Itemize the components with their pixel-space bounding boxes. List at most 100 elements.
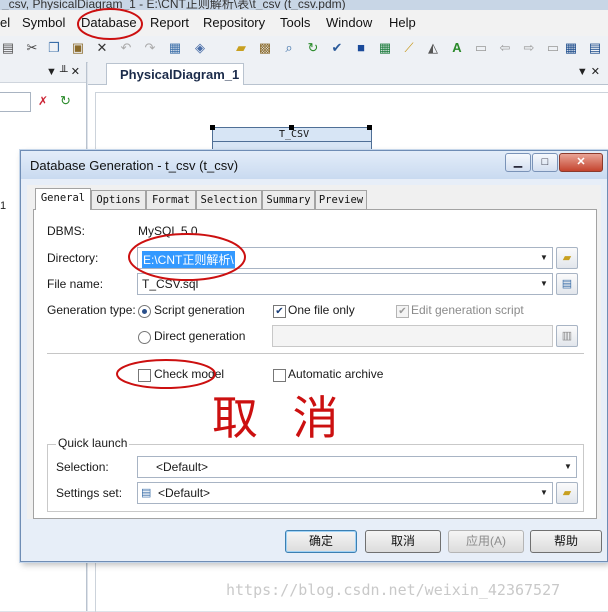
settings-set-combo[interactable]: ▤ <Default> ▼ [137, 482, 553, 504]
dbms-label: DBMS: [47, 224, 86, 238]
dialog-title: Database Generation - t_csv (t_csv) [30, 158, 239, 173]
chevron-down-icon[interactable]: ▼ [560, 457, 576, 477]
tab-format[interactable]: Format [146, 190, 196, 209]
paint-icon[interactable]: ◭ [425, 40, 441, 56]
direct-generation-radio[interactable] [138, 331, 151, 344]
settings-folder-icon[interactable]: ▰ [556, 482, 578, 504]
filename-combo[interactable]: T_CSV.sql ▼ [137, 273, 553, 295]
quick-launch-title: Quick launch [56, 436, 130, 450]
selection-combo[interactable]: <Default> ▼ [137, 456, 577, 478]
settings-set-label: Settings set: [56, 486, 123, 500]
tab-physical-diagram[interactable]: PhysicalDiagram_1 [106, 63, 244, 85]
text-icon[interactable]: A [449, 40, 465, 56]
find-icon[interactable]: ⌕ [281, 40, 297, 56]
script-generation-radio[interactable] [138, 305, 151, 318]
table-symbol-divider [213, 141, 371, 142]
check-model-icon[interactable]: ✔ [329, 40, 345, 56]
refresh-panel-icon[interactable]: ↻ [60, 93, 71, 109]
directory-combo[interactable]: E:\CNT正则解析\ ▼ [137, 247, 553, 269]
diagram-tab-label: PhysicalDiagram_1 [120, 67, 240, 82]
one-file-only-label[interactable]: One file only [288, 303, 355, 317]
tab-preview[interactable]: Preview [315, 190, 367, 209]
settings-set-value: <Default> [158, 486, 211, 500]
cancel-button[interactable]: 取消 [365, 530, 441, 553]
database-generation-dialog: Database Generation - t_csv (t_csv) ▁ □ … [20, 150, 608, 562]
handwritten-cancel-note: 取 消 [212, 391, 349, 445]
forward-icon[interactable]: ⇨ [521, 40, 537, 56]
radio-dot [142, 309, 147, 314]
check-model-checkbox[interactable] [138, 369, 151, 382]
one-file-only-checkbox[interactable]: ✔ [273, 305, 286, 318]
tab-general[interactable]: General [35, 188, 91, 210]
automatic-archive-checkbox[interactable] [273, 369, 286, 382]
panel-controls[interactable]: ▼ ╨ ✕ [46, 65, 80, 78]
chevron-down-icon[interactable]: ▼ [536, 483, 552, 503]
direct-generation-label[interactable]: Direct generation [154, 329, 245, 343]
selection-value: <Default> [156, 460, 209, 474]
menu-repository[interactable]: Repository [203, 15, 265, 30]
open-folder-icon[interactable]: ▰ [233, 40, 249, 56]
undo-icon[interactable]: ↶ [118, 40, 134, 56]
automatic-archive-label[interactable]: Automatic archive [288, 367, 383, 381]
menu-symbol[interactable]: Symbol [22, 15, 65, 30]
watermark-text: https://blog.csdn.net/weixin_42367527 [226, 581, 561, 599]
settings-icon: ▤ [141, 487, 152, 499]
tab-selection[interactable]: Selection [196, 190, 262, 209]
menu-database[interactable]: Database [81, 15, 137, 30]
menu-window[interactable]: Window [326, 15, 372, 30]
properties-icon[interactable]: ▦ [167, 40, 183, 56]
print-icon[interactable]: ▤ [0, 40, 16, 56]
grid-icon[interactable]: ▦ [563, 40, 579, 56]
filename-value: T_CSV.sql [142, 277, 199, 291]
report-icon[interactable]: ▭ [545, 40, 561, 56]
clear-filter-icon[interactable]: ✗ [38, 94, 48, 108]
menu-file-partial[interactable]: el [0, 15, 10, 30]
data-source-combo [272, 325, 553, 347]
dialog-title-bar[interactable]: Database Generation - t_csv (t_csv) ▁ □ … [21, 151, 607, 179]
diagram-close-icon[interactable]: ▼ ✕ [577, 65, 600, 78]
chevron-down-icon[interactable]: ▼ [536, 274, 552, 294]
table-icon[interactable]: ▦ [377, 40, 393, 56]
browse-folder-icon[interactable]: ▰ [556, 247, 578, 269]
redo-icon[interactable]: ↷ [142, 40, 158, 56]
table-symbol-title: T_CSV [279, 129, 310, 140]
tab-options[interactable]: Options [91, 190, 146, 209]
export-icon[interactable]: ▭ [473, 40, 489, 56]
menu-report[interactable]: Report [150, 15, 189, 30]
filename-label: File name: [47, 277, 104, 291]
browse-file-icon[interactable]: ▤ [556, 273, 578, 295]
tab-summary[interactable]: Summary [262, 190, 315, 209]
cut-icon[interactable]: ✂ [24, 40, 40, 56]
browser-search-input[interactable] [0, 92, 31, 112]
back-icon[interactable]: ⇦ [497, 40, 513, 56]
menu-help[interactable]: Help [389, 15, 416, 30]
database-connect-icon: ▥ [556, 325, 578, 347]
ok-button[interactable]: 确定 [285, 530, 357, 553]
app-title-text: _csv, PhysicalDiagram_1 - E:\CNT正则解析\表\t… [2, 0, 346, 10]
directory-label: Directory: [47, 251, 99, 265]
tree-item-partial[interactable]: 1 [0, 200, 6, 212]
paste-icon[interactable]: ▣ [70, 40, 86, 56]
refresh-icon[interactable]: ↻ [305, 40, 321, 56]
tree-icon[interactable]: ▤ [587, 40, 603, 56]
chevron-down-icon[interactable]: ▼ [536, 248, 552, 268]
menu-bar: el Symbol Database Report Repository Too… [0, 10, 608, 37]
model-icon[interactable]: ◈ [192, 40, 208, 56]
script-generation-label[interactable]: Script generation [154, 303, 245, 317]
selection-handle[interactable] [289, 125, 294, 130]
package-icon[interactable]: ▩ [257, 40, 273, 56]
copy-icon[interactable]: ❐ [46, 40, 62, 56]
brush-icon[interactable]: ⟋ [401, 40, 417, 56]
edit-script-label: Edit generation script [411, 303, 524, 317]
delete-icon[interactable]: ✕ [94, 40, 110, 56]
selection-handle[interactable] [210, 125, 215, 130]
help-button[interactable]: 帮助 [530, 530, 602, 553]
selection-handle[interactable] [367, 125, 372, 130]
window-icon[interactable]: ■ [353, 40, 369, 56]
edit-script-checkbox[interactable]: ✔ [396, 305, 409, 318]
close-button[interactable]: ✕ [559, 153, 603, 172]
check-model-label[interactable]: Check model [154, 367, 224, 381]
menu-tools[interactable]: Tools [280, 15, 310, 30]
maximize-button[interactable]: □ [532, 153, 558, 172]
minimize-button[interactable]: ▁ [505, 153, 531, 172]
